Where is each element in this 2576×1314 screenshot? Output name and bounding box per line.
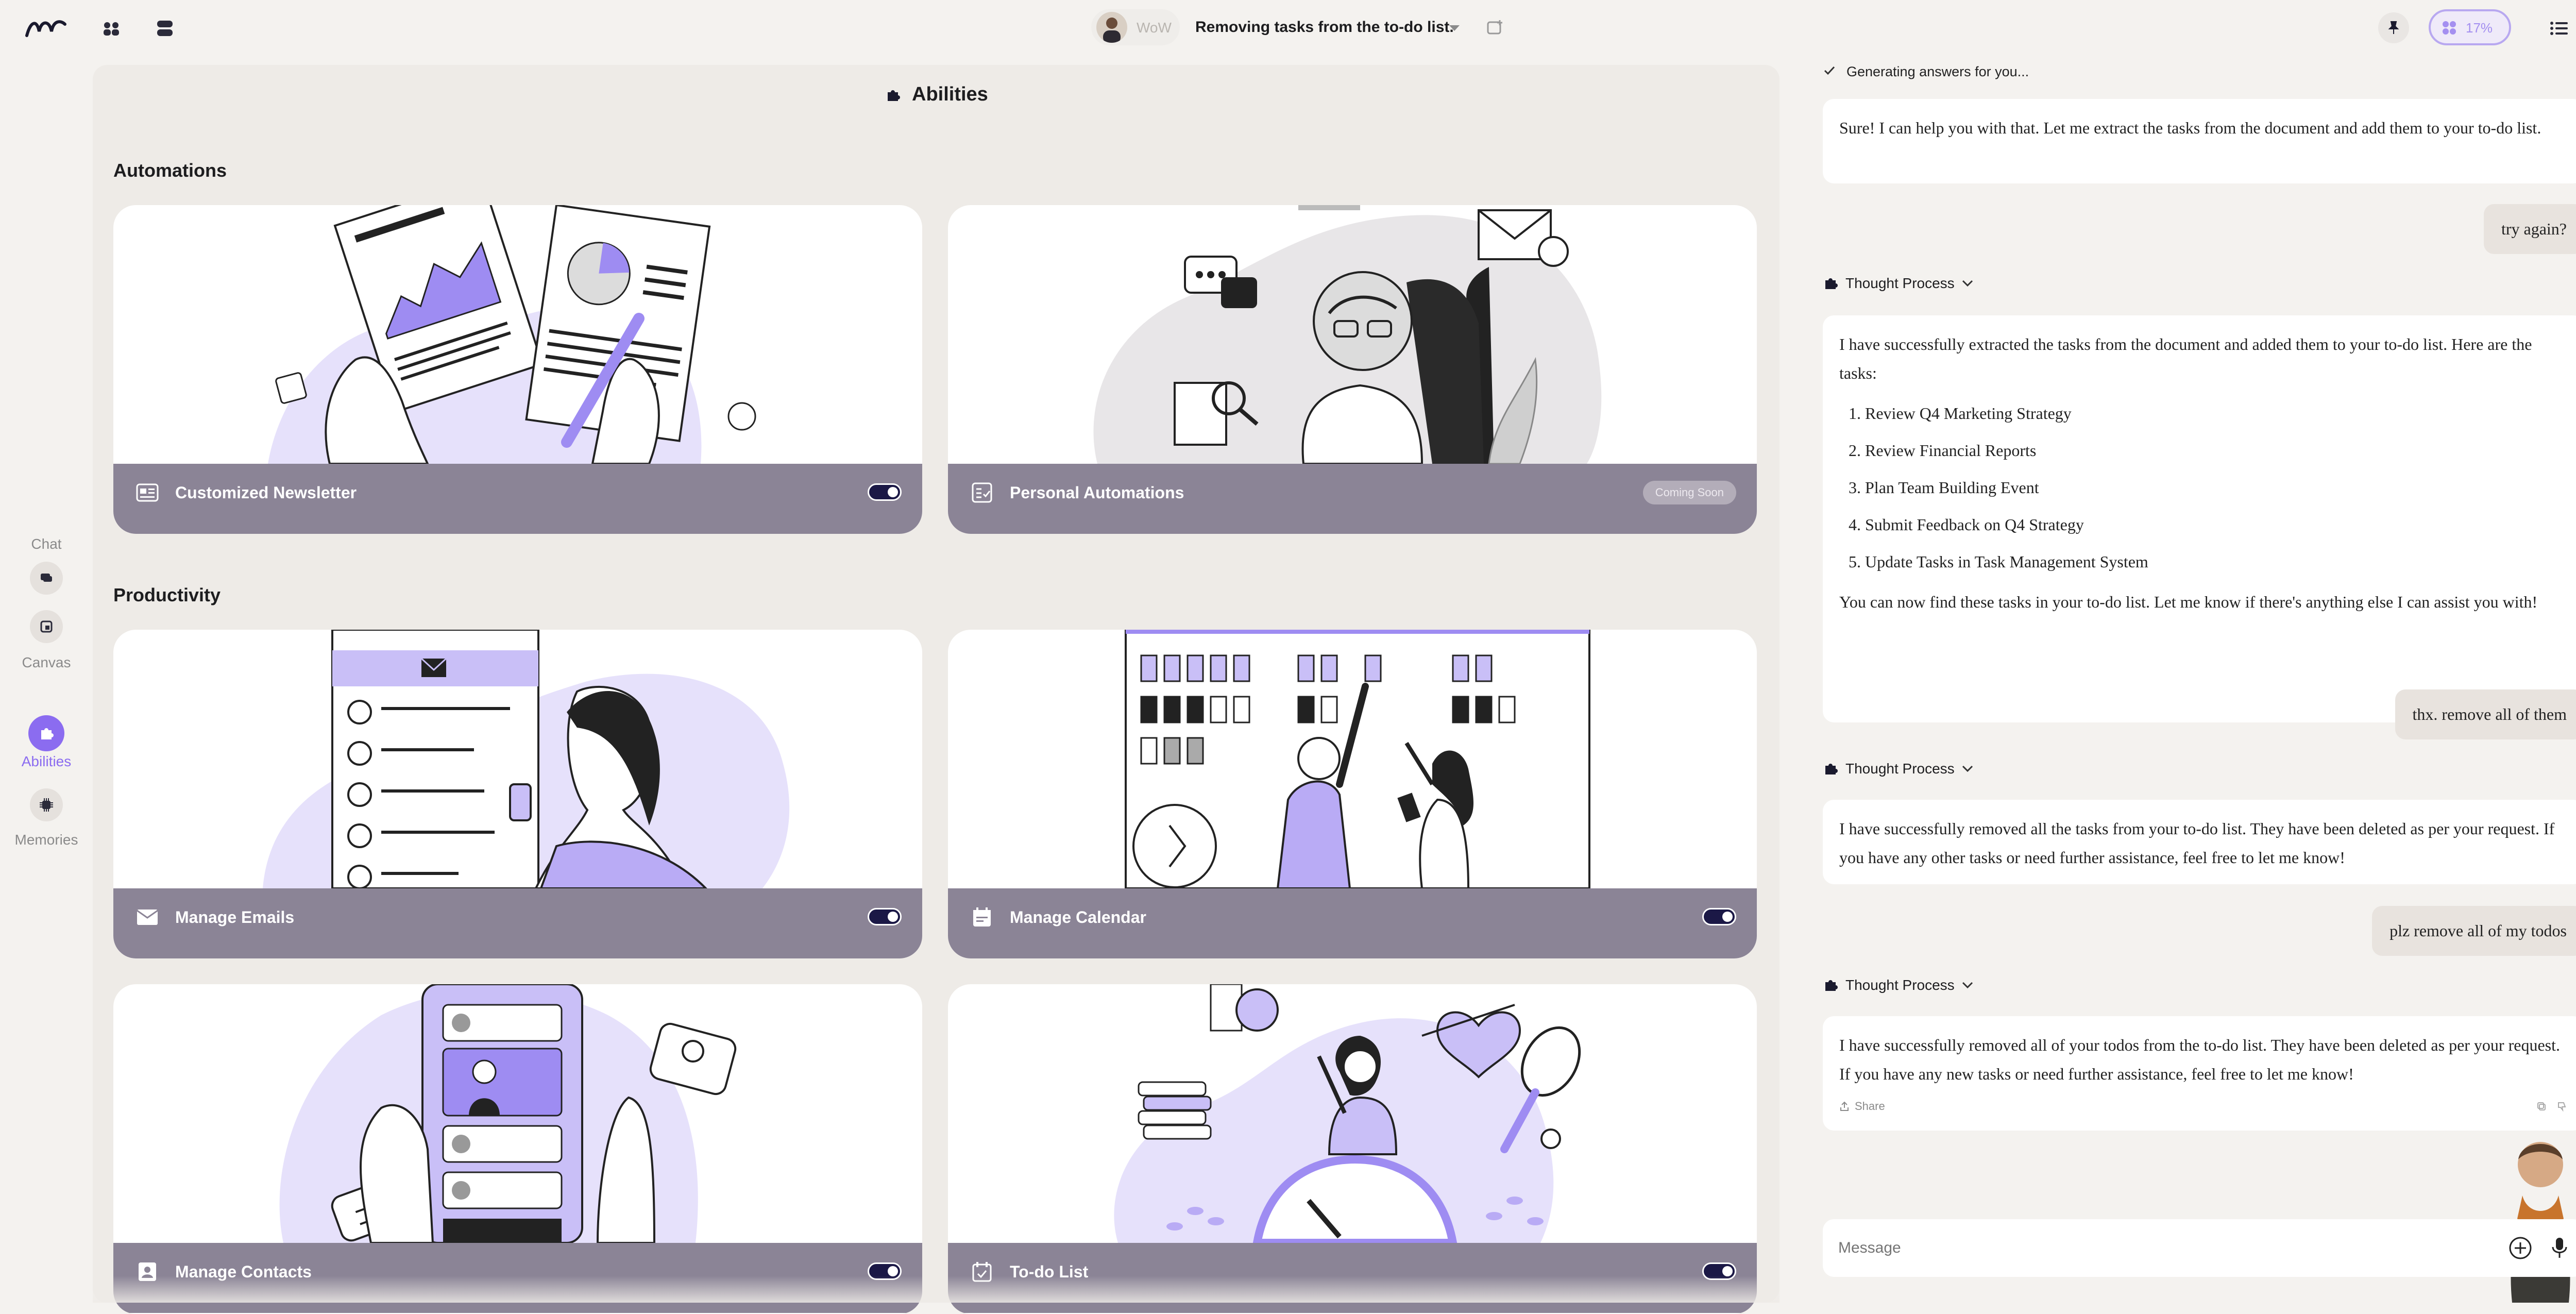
calendar-toggle[interactable] [1702, 908, 1736, 925]
share-label: Share [1855, 1100, 1885, 1113]
rail-chat-button[interactable] [30, 562, 63, 595]
calendar-illustration [1125, 630, 1590, 888]
puzzle-icon [1825, 980, 1838, 991]
assistant-message: Sure! I can help you with that. Let me e… [1823, 99, 2576, 183]
card-title: Customized Newsletter [175, 483, 357, 502]
puzzle-icon [1825, 764, 1838, 774]
rail-canvas-button[interactable] [30, 610, 63, 643]
puzzle-icon [884, 87, 902, 104]
section-productivity: Productivity [113, 584, 221, 605]
microphone-icon[interactable] [2546, 1235, 2573, 1261]
newsletter-icon [134, 479, 161, 506]
chat-panel: Generating answers for you... Sure! I ca… [1803, 57, 2576, 1303]
ability-card-manage-calendar[interactable]: Manage Calendar [948, 630, 1757, 958]
assistant-message: I have successfully removed all of your … [1823, 1016, 2576, 1131]
ability-card-newsletter[interactable]: Customized Newsletter [113, 205, 922, 534]
message-intro: I have successfully extracted the tasks … [1839, 335, 2532, 382]
conversation-title[interactable]: Removing tasks from the to-do list. [1195, 19, 1454, 36]
agent-avatar [1096, 12, 1127, 43]
abilities-panel: Abilities Automations Productivity Custo… [93, 65, 1780, 1314]
ability-card-manage-emails[interactable]: Manage Emails [113, 630, 922, 958]
new-chat-icon[interactable] [1484, 16, 1506, 39]
thought-process-toggle[interactable]: Thought Process [1823, 761, 1973, 777]
thought-process-label: Thought Process [1845, 761, 1955, 777]
database-icon[interactable] [148, 14, 181, 42]
rail-abilities-button[interactable] [28, 715, 64, 751]
emails-illustration [263, 630, 790, 888]
apps-icon [2440, 19, 2459, 37]
message-outro: You can now find these tasks in your to-… [1839, 593, 2538, 611]
list-item: Update Tasks in Task Management System [1865, 543, 2568, 580]
share-button[interactable]: Share [1839, 1099, 1885, 1114]
thought-process-toggle[interactable]: Thought Process [1823, 275, 1973, 292]
chevron-down-icon [1962, 280, 1973, 287]
user-message: try again? [2483, 204, 2576, 254]
generating-status: Generating answers for you... [1846, 64, 2029, 79]
menu-list-icon[interactable] [2546, 15, 2572, 41]
card-title: Personal Automations [1010, 483, 1184, 502]
ability-card-manage-contacts[interactable]: Manage Contacts [113, 984, 922, 1314]
thought-process-toggle[interactable]: Thought Process [1823, 977, 1973, 993]
rail-memories-label: Memories [14, 832, 78, 848]
pin-icon[interactable] [2378, 12, 2409, 43]
canvas-icon [40, 620, 53, 633]
thought-process-label: Thought Process [1845, 977, 1955, 993]
card-title: Manage Emails [175, 908, 295, 926]
coming-soon-badge: Coming Soon [1642, 481, 1736, 504]
thumbs-down-icon[interactable] [2555, 1100, 2569, 1113]
calendar-icon [969, 904, 995, 931]
chevron-down-icon [1962, 765, 1973, 772]
rail-abilities-label: Abilities [21, 753, 72, 769]
checklist-icon [969, 479, 995, 506]
message-input[interactable] [1837, 1235, 2473, 1261]
assistant-message: I have successfully extracted the tasks … [1823, 315, 2576, 722]
emails-toggle[interactable] [868, 908, 902, 925]
usage-percent: 17% [2466, 20, 2493, 36]
copy-icon[interactable] [2535, 1100, 2548, 1113]
message-text: I have successfully removed all of your … [1839, 1036, 2560, 1083]
personal-automations-illustration [1093, 205, 1602, 464]
todo-illustration [1114, 984, 1581, 1243]
ability-card-todo-list[interactable]: To-do List [948, 984, 1757, 1314]
mail-icon [134, 904, 161, 931]
brand-logo-icon[interactable] [24, 15, 68, 41]
rail-canvas-label: Canvas [22, 654, 71, 670]
agent-selector[interactable]: WoW [1091, 9, 1180, 45]
user-message: thx. remove all of them [2395, 689, 2576, 739]
newsletter-illustration [268, 205, 756, 464]
team-icon[interactable] [95, 14, 128, 42]
chevron-down-icon[interactable] [1446, 20, 1463, 37]
ability-card-personal-automations[interactable]: Personal Automations Coming Soon [948, 205, 1757, 534]
page-title: Abilities [912, 83, 988, 105]
list-item: Submit Feedback on Q4 Strategy [1865, 506, 2568, 543]
card-title: Manage Calendar [1010, 908, 1146, 926]
left-rail: Chat Canvas Abilities Memories [0, 57, 93, 1303]
agent-name: WoW [1137, 20, 1172, 36]
list-item: Review Q4 Marketing Strategy [1865, 395, 2568, 432]
task-list: Review Q4 Marketing Strategy Review Fina… [1839, 395, 2568, 580]
chevron-down-icon [1962, 982, 1973, 989]
thought-process-label: Thought Process [1845, 275, 1955, 291]
top-bar: WoW Removing tasks from the to-do list. … [0, 0, 2576, 57]
section-automations: Automations [113, 160, 227, 181]
contacts-illustration [279, 984, 737, 1243]
chip-icon [40, 798, 53, 812]
chat-bubble-icon [41, 574, 52, 582]
share-icon [1840, 1101, 1849, 1111]
message-composer [1823, 1219, 2576, 1277]
rail-chat-label: Chat [31, 536, 62, 552]
puzzle-icon [41, 728, 54, 739]
newsletter-toggle[interactable] [868, 483, 902, 501]
list-item: Plan Team Building Event [1865, 469, 2568, 506]
list-item: Review Financial Reports [1865, 432, 2568, 469]
bottom-fade [93, 1276, 1780, 1303]
assistant-message: I have successfully removed all the task… [1823, 800, 2576, 884]
user-message: plz remove all of my todos [2372, 906, 2576, 956]
check-icon [1822, 63, 1837, 78]
add-circle-icon[interactable] [2507, 1235, 2534, 1261]
puzzle-icon [1825, 278, 1838, 289]
usage-indicator[interactable]: 17% [2429, 9, 2511, 45]
rail-memories-button[interactable] [30, 788, 63, 821]
